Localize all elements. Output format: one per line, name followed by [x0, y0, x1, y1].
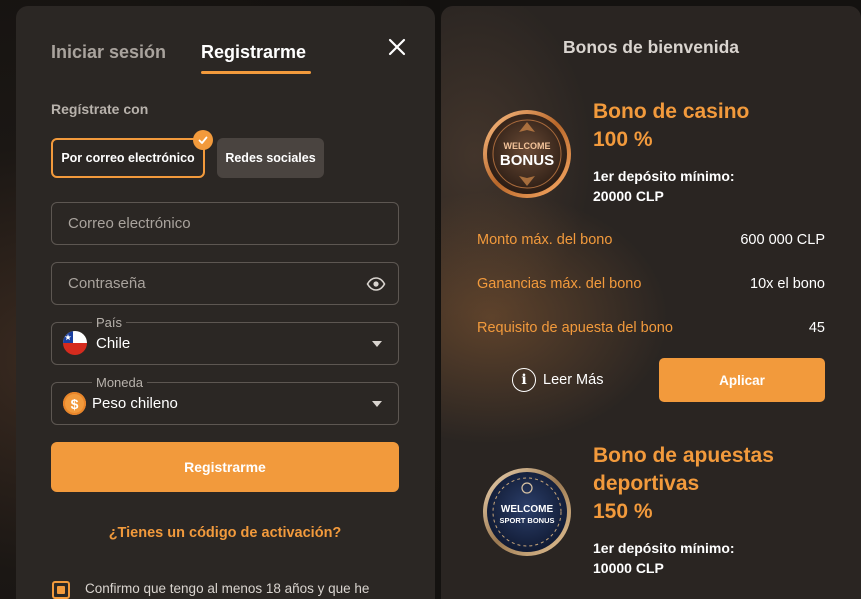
sport-bonus-percent: 150 %: [593, 500, 653, 523]
email-field[interactable]: [52, 203, 398, 244]
social-method-button[interactable]: Redes sociales: [217, 138, 324, 178]
tab-register[interactable]: Registrarme: [201, 42, 306, 63]
min-deposit-label: 1er depósito mínimo:: [593, 168, 735, 184]
close-button[interactable]: [386, 36, 408, 58]
active-tab-indicator: [201, 71, 311, 74]
wager-requirement-value: 45: [808, 320, 825, 336]
caret-down-icon: [372, 341, 382, 347]
email-field-wrapper: [51, 202, 399, 245]
min-deposit-label: 1er depósito mínimo:: [593, 540, 735, 556]
sport-bonus-title-line2: deportivas: [593, 472, 700, 495]
activation-code-link[interactable]: ¿Tienes un código de activación?: [51, 525, 399, 541]
coin-icon: $: [63, 392, 86, 415]
sport-bonus-title-line1: Bono de apuestas: [593, 444, 774, 467]
country-value: Chile: [96, 335, 131, 352]
apply-button[interactable]: Aplicar: [659, 358, 825, 402]
email-method-button[interactable]: Por correo electrónico: [51, 138, 205, 178]
currency-value: Peso chileno: [92, 395, 178, 412]
min-deposit-value: 20000 CLP: [593, 188, 664, 204]
bonus-panel: Bonos de bienvenida WELCOME BONUS Bono d…: [441, 6, 861, 599]
caret-down-icon: [372, 401, 382, 407]
country-select[interactable]: País Chile: [51, 315, 399, 365]
info-icon[interactable]: i: [512, 368, 536, 392]
badge-text-line2: BONUS: [500, 152, 554, 169]
casino-bonus-percent: 100 %: [593, 128, 653, 151]
sport-min-deposit: 1er depósito mínimo: 10000 CLP: [593, 538, 735, 578]
auth-modal: Iniciar sesión Registrarme Regístrate co…: [16, 6, 435, 599]
max-bonus-value: 600 000 CLP: [740, 232, 825, 248]
currency-label: Moneda: [92, 375, 147, 390]
wager-requirement-label: Requisito de apuesta del bono: [477, 320, 673, 336]
casino-bonus-title: Bono de casino: [593, 100, 750, 123]
checkbox-mark: [57, 586, 65, 594]
welcome-bonus-badge-icon: WELCOME BONUS: [483, 110, 571, 198]
sport-badge-text-line1: WELCOME: [501, 504, 554, 515]
min-deposit-value: 10000 CLP: [593, 560, 664, 576]
read-more-link[interactable]: Leer Más: [543, 372, 603, 388]
country-label: País: [92, 315, 127, 330]
max-winnings-value: 10x el bono: [750, 276, 825, 292]
register-button[interactable]: Registrarme: [51, 442, 399, 492]
age-confirm-checkbox[interactable]: [52, 581, 70, 599]
close-icon: [388, 38, 406, 56]
tab-login[interactable]: Iniciar sesión: [51, 42, 166, 63]
check-icon: [193, 130, 213, 150]
badge-text-line1: WELCOME: [504, 141, 551, 151]
max-winnings-label: Ganancias máx. del bono: [477, 276, 642, 292]
welcome-sport-bonus-badge-icon: WELCOME SPORT BONUS: [483, 468, 571, 556]
currency-select[interactable]: Moneda $ Peso chileno: [51, 375, 399, 425]
chile-flag-icon: [63, 331, 87, 355]
age-confirm-text: Confirmo que tengo al menos 18 años y qu…: [85, 581, 370, 596]
sport-badge-text-line2: SPORT BONUS: [499, 516, 554, 525]
password-field-wrapper: [51, 262, 399, 305]
eye-icon[interactable]: [366, 276, 386, 292]
password-field[interactable]: [52, 263, 398, 304]
casino-min-deposit: 1er depósito mínimo: 20000 CLP: [593, 166, 735, 206]
bonus-panel-title: Bonos de bienvenida: [563, 37, 739, 57]
register-with-label: Regístrate con: [51, 101, 149, 117]
max-bonus-label: Monto máx. del bono: [477, 232, 613, 248]
